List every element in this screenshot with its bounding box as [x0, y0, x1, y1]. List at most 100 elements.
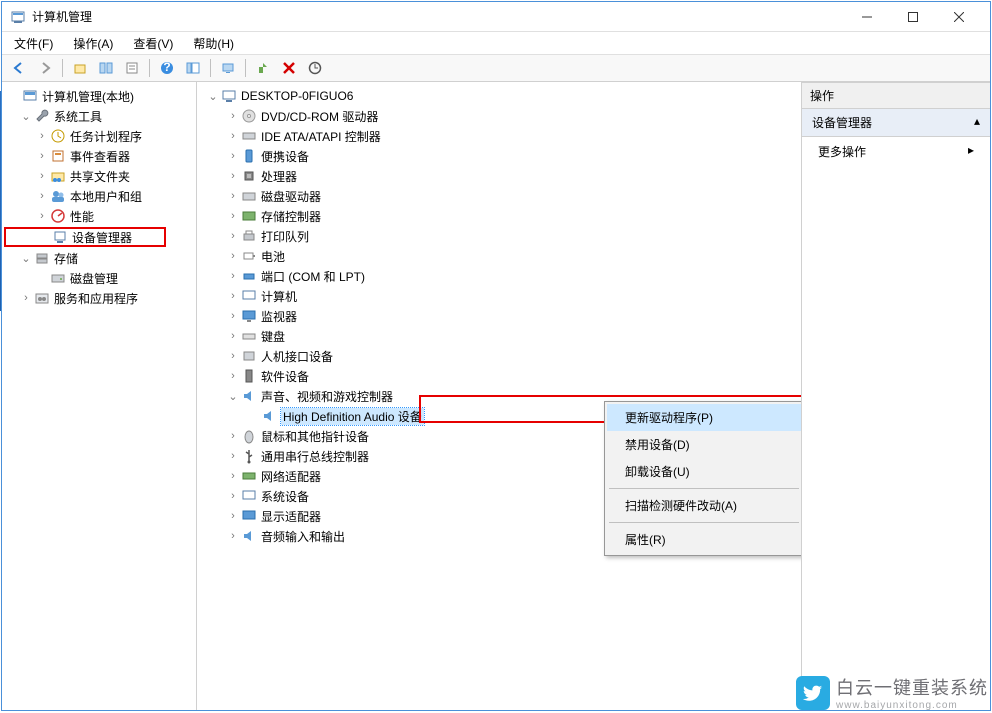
monitor-button[interactable]: [217, 57, 239, 79]
twisty-icon: ›: [225, 170, 241, 182]
menu-file[interactable]: 文件(F): [8, 33, 59, 54]
dev-disk[interactable]: ›磁盘驱动器: [199, 186, 799, 206]
chevron-right-icon: ▸: [968, 143, 974, 160]
ide-icon: [241, 128, 257, 144]
system-icon: [241, 488, 257, 504]
twisty-icon: ›: [34, 190, 50, 202]
dev-cpu[interactable]: ›处理器: [199, 166, 799, 186]
twisty-icon: ›: [225, 190, 241, 202]
pane-button[interactable]: [182, 57, 204, 79]
twisty-icon: ›: [225, 490, 241, 502]
computer-icon: [221, 88, 237, 104]
actions-header: 操作: [802, 82, 990, 109]
menu-view[interactable]: 查看(V): [127, 33, 179, 54]
forward-button[interactable]: [34, 57, 56, 79]
twisty-icon: ›: [34, 210, 50, 222]
tree-shared[interactable]: › 共享文件夹: [4, 166, 194, 186]
ctx-update[interactable]: 更新驱动程序(P): [607, 404, 801, 431]
app-icon: [10, 9, 26, 25]
back-button[interactable]: [8, 57, 30, 79]
tree-perf[interactable]: › 性能: [4, 206, 194, 226]
twisty-icon: ›: [225, 230, 241, 242]
close-button[interactable]: [936, 3, 982, 31]
dev-computer[interactable]: ›计算机: [199, 286, 799, 306]
dev-battery[interactable]: ›电池: [199, 246, 799, 266]
printer-icon: [241, 228, 257, 244]
tree-task[interactable]: › 任务计划程序: [4, 126, 194, 146]
dev-printq[interactable]: ›打印队列: [199, 226, 799, 246]
dev-portable[interactable]: ›便携设备: [199, 146, 799, 166]
twisty-icon: ›: [18, 292, 34, 304]
twisty-icon: ›: [225, 310, 241, 322]
tree-users[interactable]: › 本地用户和组: [4, 186, 194, 206]
tree-root[interactable]: 计算机管理(本地): [4, 86, 194, 106]
tree-systools[interactable]: ⌄ 系统工具: [4, 106, 194, 126]
cpu-icon: [241, 168, 257, 184]
services-icon: [34, 290, 50, 306]
twisty-icon: ›: [34, 170, 50, 182]
dev-storage[interactable]: ›存储控制器: [199, 206, 799, 226]
watermark: 白云一键重装系统 www.baiyunxitong.com: [796, 674, 988, 711]
twisty-icon: ›: [225, 270, 241, 282]
computer-mgmt-icon: [22, 88, 38, 104]
remove-button[interactable]: [278, 57, 300, 79]
twisty-icon: ›: [225, 290, 241, 302]
props-button[interactable]: [121, 57, 143, 79]
collapse-icon: ▴: [974, 114, 980, 131]
watermark-title: 白云一键重装系统: [836, 674, 988, 700]
twisty-icon: ›: [225, 510, 241, 522]
dev-ide[interactable]: ›IDE ATA/ATAPI 控制器: [199, 126, 799, 146]
separator: [609, 522, 799, 523]
dev-dvd[interactable]: ›DVD/CD-ROM 驱动器: [199, 106, 799, 126]
actions-pane: 操作 设备管理器 ▴ 更多操作 ▸: [802, 82, 990, 710]
twisty-open-icon: ⌄: [225, 390, 241, 403]
view-button[interactable]: [95, 57, 117, 79]
actions-section-label: 设备管理器: [812, 114, 872, 131]
devroot[interactable]: ⌄DESKTOP-0FIGUO6: [199, 86, 799, 106]
tree-services[interactable]: › 服务和应用程序: [4, 288, 194, 308]
menu-action[interactable]: 操作(A): [67, 33, 119, 54]
help-button[interactable]: ?: [156, 57, 178, 79]
twisty-open-icon: ⌄: [205, 90, 221, 103]
minimize-button[interactable]: [844, 3, 890, 31]
ctx-uninstall[interactable]: 卸载设备(U): [607, 458, 801, 485]
twisty-icon: ›: [34, 130, 50, 142]
titlebar: 计算机管理: [2, 2, 990, 32]
menu-help[interactable]: 帮助(H): [187, 33, 240, 54]
mouse-icon: [241, 428, 257, 444]
disk-icon: [241, 188, 257, 204]
maximize-button[interactable]: [890, 3, 936, 31]
dev-software[interactable]: ›软件设备: [199, 366, 799, 386]
update-button[interactable]: [252, 57, 274, 79]
separator: [210, 59, 211, 77]
ctx-scan[interactable]: 扫描检测硬件改动(A): [607, 492, 801, 519]
devmgr-icon: [52, 229, 68, 245]
ctx-props[interactable]: 属性(R): [607, 526, 801, 553]
event-icon: [50, 148, 66, 164]
dev-hid[interactable]: ›人机接口设备: [199, 346, 799, 366]
tree-devmgr[interactable]: 设备管理器: [4, 227, 166, 247]
up-button[interactable]: [69, 57, 91, 79]
storage-icon: [34, 250, 50, 266]
dev-monitor[interactable]: ›监视器: [199, 306, 799, 326]
scan-button[interactable]: [304, 57, 326, 79]
dev-ports[interactable]: ›端口 (COM 和 LPT): [199, 266, 799, 286]
folder-shared-icon: [50, 168, 66, 184]
twisty-icon: ›: [34, 150, 50, 162]
tree-diskmgr[interactable]: 磁盘管理: [4, 268, 194, 288]
toolbar: ?: [2, 54, 990, 82]
tree-event[interactable]: › 事件查看器: [4, 146, 194, 166]
twisty-icon: ›: [225, 350, 241, 362]
audio-icon: [241, 388, 257, 404]
tree-storage[interactable]: ⌄ 存储: [4, 248, 194, 268]
actions-section[interactable]: 设备管理器 ▴: [802, 109, 990, 137]
twisty-icon: ›: [225, 370, 241, 382]
battery-icon: [241, 248, 257, 264]
ctx-disable[interactable]: 禁用设备(D): [607, 431, 801, 458]
hid-icon: [241, 348, 257, 364]
twisty-icon: ›: [225, 250, 241, 262]
svg-text:?: ?: [163, 61, 170, 74]
window-title: 计算机管理: [32, 8, 844, 25]
dev-keyboard[interactable]: ›键盘: [199, 326, 799, 346]
actions-more[interactable]: 更多操作 ▸: [802, 137, 990, 166]
